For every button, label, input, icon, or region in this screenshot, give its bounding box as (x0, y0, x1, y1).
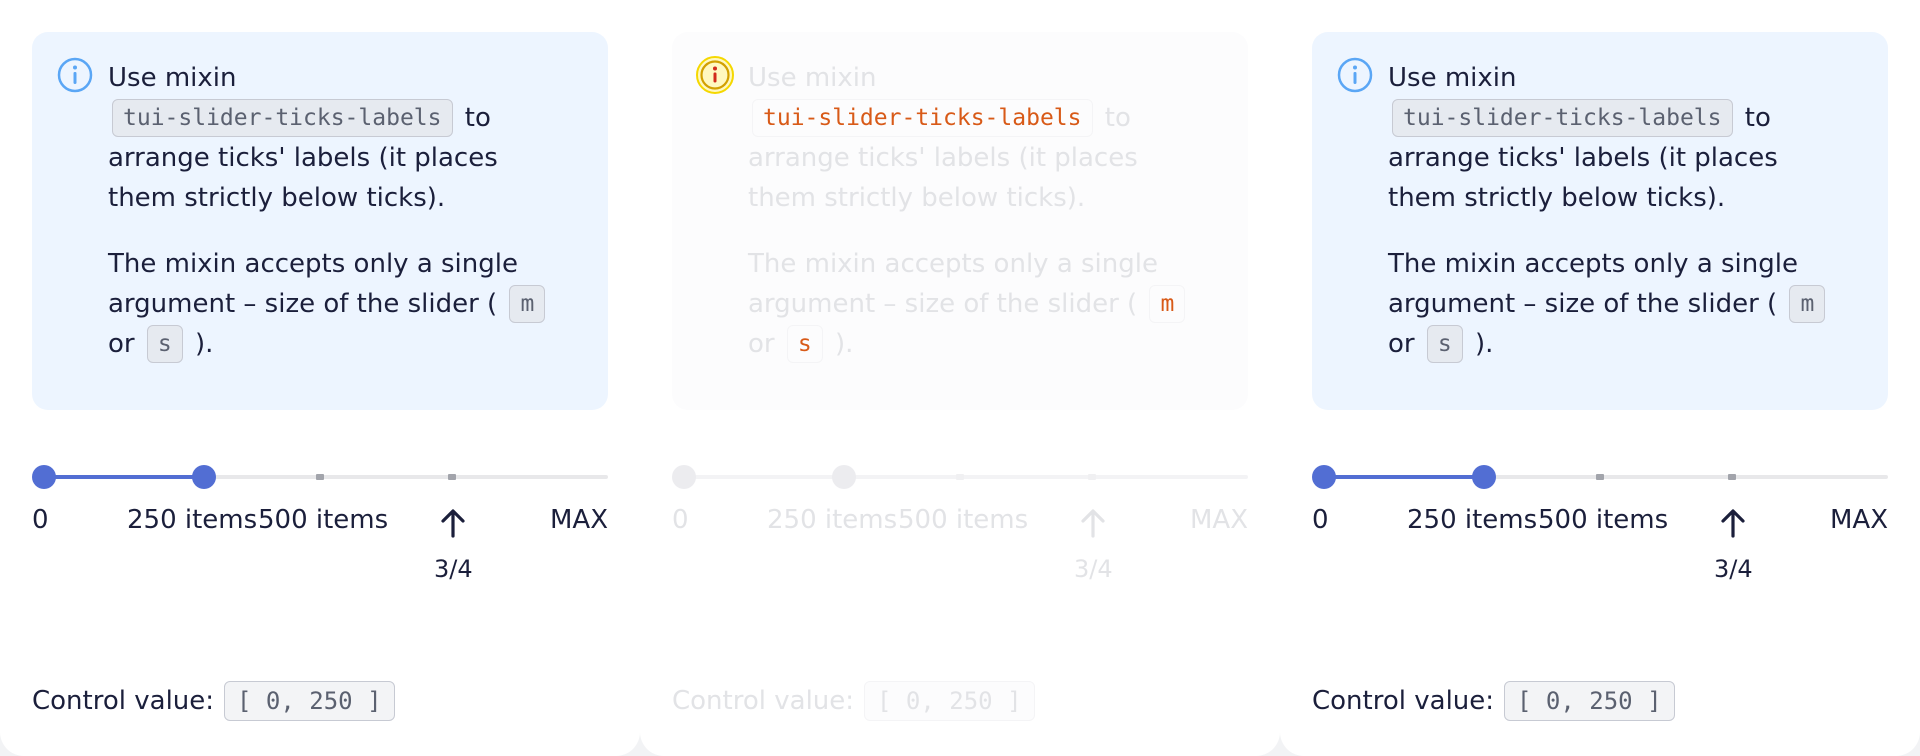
slider-thumb-end[interactable] (192, 465, 216, 489)
notice-text: The mixin accepts only a single argument… (748, 249, 1158, 319)
tick-label: 500 items (258, 505, 389, 535)
notice-text: ). (1475, 329, 1494, 359)
notice-text: or (108, 329, 135, 359)
slider-thumb-start[interactable] (32, 465, 56, 489)
slider-thumb-start[interactable] (1312, 465, 1336, 489)
tick-label-max: MAX (1829, 505, 1888, 535)
size-m-code: m (509, 285, 546, 323)
control-value-code: [ 0, 250 ] (224, 681, 395, 721)
info-icon (57, 57, 93, 93)
slider-fill (682, 475, 842, 479)
demo-content: Use mixin tui-slider-ticks-labels to arra… (1312, 32, 1888, 732)
notice-text: Use mixin (1388, 63, 1517, 93)
control-value: Control value: [ 0, 250 ] (32, 680, 399, 722)
tick-label-max: MAX (549, 505, 608, 535)
mixin-name-code: tui-slider-ticks-labels (752, 99, 1093, 137)
notice-paragraph-2: The mixin accepts only a single argument… (748, 244, 1212, 364)
size-m-code: m (1789, 285, 1826, 323)
notice-text: or (1388, 329, 1415, 359)
slider-tick (1088, 474, 1096, 480)
info-notification: Use mixin tui-slider-ticks-labels to arra… (32, 32, 608, 410)
slider-tick (956, 474, 964, 480)
tick-label: 500 items (1538, 505, 1669, 535)
arrow-up-icon (1081, 509, 1105, 538)
notice-text: or (748, 329, 775, 359)
slider-tick (1596, 474, 1604, 480)
notice-paragraph-2: The mixin accepts only a single argument… (108, 244, 572, 364)
notice-text: Use mixin (108, 63, 237, 93)
mixin-name-code: tui-slider-ticks-labels (1392, 99, 1733, 137)
size-s-code: s (146, 325, 183, 363)
control-value: Control value: [ 0, 250 ] (1312, 680, 1679, 722)
range-slider[interactable]: 0 250 items 500 items 3/4 MAX (32, 464, 608, 604)
info-notification: Use mixin tui-slider-ticks-labels to arra… (1312, 32, 1888, 410)
notice-text: The mixin accepts only a single argument… (108, 249, 518, 319)
tick-fraction-label: 3/4 (1074, 555, 1113, 583)
mixin-name-code: tui-slider-ticks-labels (112, 99, 453, 137)
control-value-label: Control value: (32, 686, 215, 716)
tick-label: 0 (1312, 505, 1329, 535)
demo-columns: Use mixin tui-slider-ticks-labels to arra… (0, 0, 1920, 756)
notice-paragraph-1: Use mixin tui-slider-ticks-labels to arra… (108, 58, 572, 218)
tick-label: 0 (672, 505, 689, 535)
slider-thumb-end[interactable] (1472, 465, 1496, 489)
notice-paragraph-1: Use mixin tui-slider-ticks-labels to arra… (748, 58, 1212, 218)
slider-tick (1728, 474, 1736, 480)
demo-column-3: Use mixin tui-slider-ticks-labels to arra… (1280, 0, 1920, 756)
slider-tick (316, 474, 324, 480)
tick-label: 0 (32, 505, 49, 535)
notice-text: Use mixin (748, 63, 877, 93)
tick-fraction-label: 3/4 (1714, 555, 1753, 583)
slider-fill (1322, 475, 1482, 479)
tick-label-max: MAX (1189, 505, 1248, 535)
tick-label: 500 items (898, 505, 1029, 535)
slider-thumb-start (672, 465, 696, 489)
notice-text: ). (835, 329, 854, 359)
notice-paragraph-2: The mixin accepts only a single argument… (1388, 244, 1852, 364)
info-notification: Use mixin tui-slider-ticks-labels to arra… (672, 32, 1248, 410)
demo-content: Use mixin tui-slider-ticks-labels to arra… (672, 32, 1248, 732)
size-m-code: m (1149, 285, 1186, 323)
arrow-up-icon (1721, 509, 1745, 538)
slider-fill (42, 475, 202, 479)
arrow-up-icon (441, 509, 465, 538)
control-value-code: [ 0, 250 ] (864, 681, 1035, 721)
info-icon (1337, 57, 1373, 93)
demo-column-1: Use mixin tui-slider-ticks-labels to arra… (0, 0, 640, 756)
notice-text: The mixin accepts only a single argument… (1388, 249, 1798, 319)
demo-column-2-disabled: Use mixin tui-slider-ticks-labels to arra… (640, 0, 1280, 756)
size-s-code: s (786, 325, 823, 363)
control-value: Control value: [ 0, 250 ] (672, 680, 1039, 722)
tick-label: 250 items (767, 505, 898, 535)
control-value-label: Control value: (672, 686, 855, 716)
size-s-code: s (1426, 325, 1463, 363)
range-slider-disabled: 0 250 items 500 items 3/4 MAX (672, 464, 1248, 604)
notice-text: ). (195, 329, 214, 359)
notice-paragraph-1: Use mixin tui-slider-ticks-labels to arra… (1388, 58, 1852, 218)
slider-tick (448, 474, 456, 480)
slider-thumb-end (832, 465, 856, 489)
tick-label: 250 items (127, 505, 258, 535)
tick-fraction-label: 3/4 (434, 555, 473, 583)
control-value-label: Control value: (1312, 686, 1495, 716)
demo-content: Use mixin tui-slider-ticks-labels to arra… (32, 32, 608, 732)
control-value-code: [ 0, 250 ] (1504, 681, 1675, 721)
range-slider[interactable]: 0 250 items 500 items 3/4 MAX (1312, 464, 1888, 604)
tick-label: 250 items (1407, 505, 1538, 535)
info-icon (696, 56, 734, 94)
